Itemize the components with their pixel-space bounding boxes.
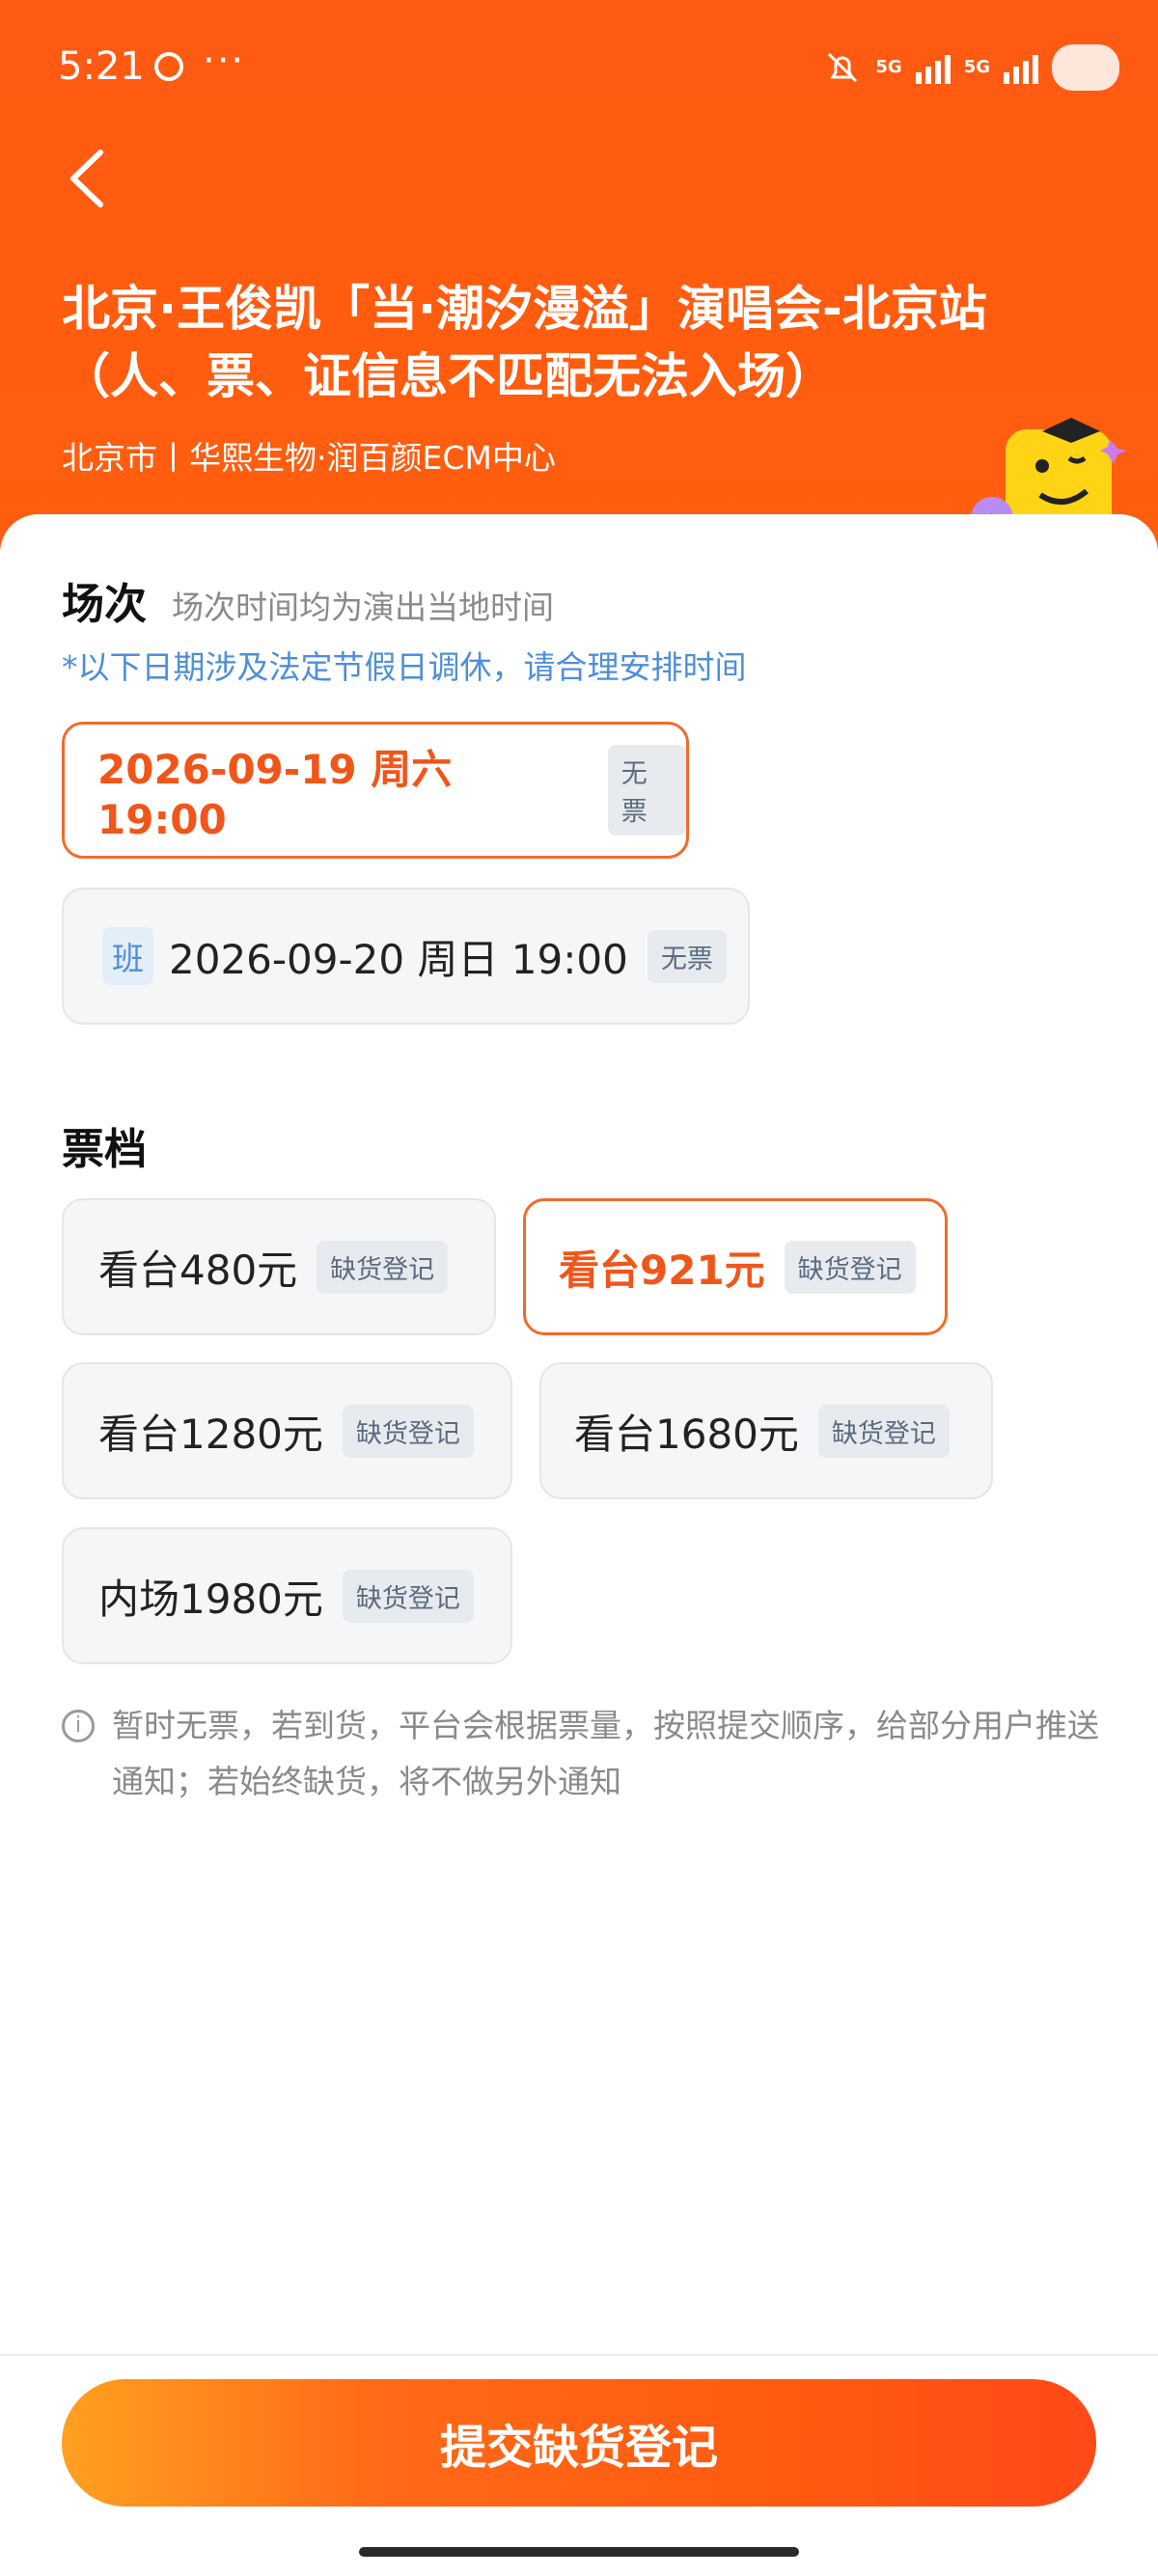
restock-register-badge: 缺货登记 <box>317 1240 449 1294</box>
stock-notice: i 暂时无票，若到货，平台会根据票量，按照提交顺序，给部分用户推送通知；若始终缺… <box>62 1698 1104 1810</box>
network-5g-label-2: 5G <box>963 57 990 77</box>
status-bar: 5:21 ··· 5G 5G <box>0 0 1158 135</box>
network-5g-label-1: 5G <box>875 57 902 77</box>
restock-register-badge: 缺货登记 <box>342 1404 474 1458</box>
tier-option-label: 内场1980元 <box>98 1575 323 1623</box>
session-section-subtitle: 场次时间均为演出当地时间 <box>172 589 554 626</box>
tier-option-1280[interactable]: 看台1280元 缺货登记 <box>62 1362 512 1499</box>
battery-icon <box>1052 44 1119 91</box>
status-time: 5:21 <box>58 44 145 89</box>
tier-option-921[interactable]: 看台921元 缺货登记 <box>523 1198 948 1335</box>
tier-option-label: 看台1680元 <box>574 1410 799 1458</box>
notification-app-icon <box>154 52 183 81</box>
tier-option-label: 看台1280元 <box>98 1410 323 1458</box>
sold-out-badge: 无票 <box>647 929 727 983</box>
session-option-label: 2026-09-19 周六 19:00 <box>97 746 453 843</box>
status-right-icons: 5G 5G <box>823 44 1119 91</box>
holiday-note: *以下日期涉及法定节假日调休，请合理安排时间 <box>62 648 747 686</box>
back-arrow-icon[interactable] <box>64 145 112 212</box>
tier-option-480[interactable]: 看台480元 缺货登记 <box>62 1198 496 1335</box>
bell-muted-icon <box>828 52 858 83</box>
session-option-label: 2026-09-20 周日 19:00 <box>169 935 628 983</box>
signal-strength-icon-2 <box>1004 51 1038 84</box>
tier-section-title: 票档 <box>62 1125 147 1174</box>
submit-restock-button[interactable]: 提交缺货登记 <box>62 2379 1096 2507</box>
session-section-title: 场次 <box>62 580 147 629</box>
workday-badge: 班 <box>102 927 153 985</box>
stock-notice-text: 暂时无票，若到货，平台会根据票量，按照提交顺序，给部分用户推送通知；若始终缺货，… <box>112 1707 1099 1800</box>
more-notifications-icon: ··· <box>203 39 246 83</box>
sold-out-badge: 无票 <box>607 745 686 836</box>
signal-strength-icon-1 <box>915 51 951 84</box>
session-option-0919[interactable]: 2026-09-19 周六 19:00 无票 <box>62 722 689 859</box>
tier-option-1680[interactable]: 看台1680元 缺货登记 <box>539 1362 993 1499</box>
session-option-0920[interactable]: 班 2026-09-20 周日 19:00 无票 <box>62 888 750 1025</box>
restock-register-badge: 缺货登记 <box>817 1404 950 1458</box>
tier-option-label: 看台921元 <box>559 1246 765 1294</box>
event-venue: 北京市丨华熙生物·润百颜ECM中心 <box>62 439 556 477</box>
info-icon: i <box>62 1710 95 1742</box>
tier-option-1980[interactable]: 内场1980元 缺货登记 <box>62 1527 512 1664</box>
restock-register-badge: 缺货登记 <box>342 1569 474 1623</box>
restock-register-badge: 缺货登记 <box>784 1240 916 1294</box>
tier-option-label: 看台480元 <box>98 1246 298 1294</box>
home-indicator <box>359 2547 799 2557</box>
event-title: 北京·王俊凯「当·潮汐漫溢」演唱会-北京站（人、票、证信息不匹配无法入场） <box>62 281 987 404</box>
